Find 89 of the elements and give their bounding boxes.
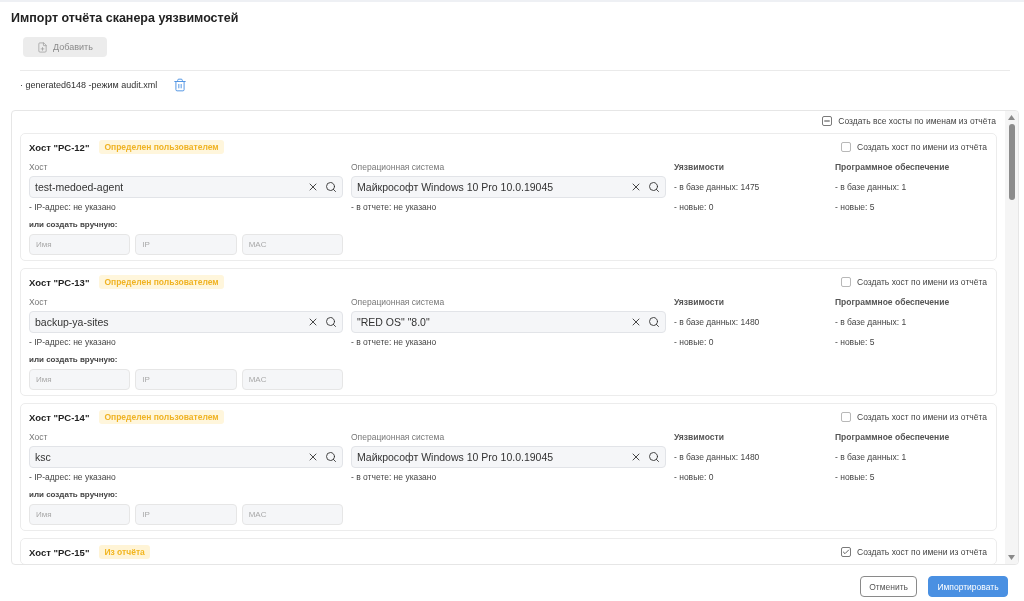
scrollbar-track[interactable] [1005, 111, 1018, 564]
input-field[interactable]: Имя [29, 234, 131, 255]
stat-text: - новые: 0 [674, 202, 715, 212]
stat-text: - новые: 0 [674, 472, 715, 482]
trash-icon[interactable] [173, 78, 188, 92]
checkbox-label[interactable]: Создать все хосты по именам из отчёта [838, 116, 996, 126]
manual-create-label: или создать вручную: [29, 220, 119, 230]
field-label: Операционная система [351, 432, 446, 442]
section-title: Программное обеспечение [835, 162, 951, 172]
checkbox[interactable] [841, 142, 851, 152]
checkbox-label[interactable]: Создать хост по имени из отчёта [857, 277, 987, 287]
field-label: Хост [29, 432, 49, 442]
stat-text: - в базе данных: 1475 [674, 181, 761, 194]
stat-text: - в базе данных: 1480 [674, 316, 761, 329]
section-title: Программное обеспечение [835, 432, 951, 442]
stat-text: - в базе данных: 1480 [674, 451, 761, 464]
clear-icon[interactable] [307, 316, 319, 328]
cancel-button[interactable]: Отменить [860, 576, 917, 597]
host-search-field[interactable]: ksc [29, 446, 343, 468]
os-note: - в отчете: не указано [351, 202, 438, 212]
status-badge: Из отчёта [99, 545, 150, 559]
search-icon[interactable] [325, 181, 337, 193]
field-label: Операционная система [351, 162, 446, 172]
host-search-field[interactable]: test-medoed-agent [29, 176, 343, 198]
stat-text: - в базе данных: 1 [835, 451, 908, 464]
host-search-field[interactable]: backup-ya-sites [29, 311, 343, 333]
os-search-field[interactable]: "RED OS" "8.0" [351, 311, 666, 333]
stat-text: - новые: 5 [835, 202, 876, 212]
input-field[interactable]: MAC [241, 504, 343, 525]
section-title: Программное обеспечение [835, 297, 951, 307]
search-icon[interactable] [648, 316, 660, 328]
section-title: Уязвимости [674, 297, 725, 307]
stat-text: - в базе данных: 1 [835, 316, 908, 329]
file-plus-icon [37, 41, 49, 53]
status-badge: Определен пользователем [99, 410, 224, 424]
host-title: Хост "PC-13" [29, 276, 90, 288]
search-icon[interactable] [648, 451, 660, 463]
clear-icon[interactable] [307, 451, 319, 463]
tick-icon [842, 548, 850, 556]
checkbox[interactable] [841, 277, 851, 287]
os-search-field[interactable]: Майкрософт Windows 10 Pro 10.0.19045 [351, 176, 666, 198]
input-field[interactable]: IP [135, 369, 237, 390]
input-field[interactable]: IP [135, 234, 237, 255]
clear-icon[interactable] [307, 181, 319, 193]
file-name: · generated6148 -режим audit.xml [20, 80, 158, 90]
dialog-title: Импорт отчёта сканера уязвимостей [11, 10, 240, 26]
clear-icon[interactable] [630, 316, 642, 328]
os-note: - в отчете: не указано [351, 337, 438, 347]
manual-create-label: или создать вручную: [29, 355, 119, 365]
checkbox-label[interactable]: Создать хост по имени из отчёта [857, 142, 987, 152]
stat-text: - новые: 0 [674, 337, 715, 347]
input-field[interactable]: MAC [241, 234, 343, 255]
section-title: Уязвимости [674, 162, 725, 172]
search-icon[interactable] [325, 316, 337, 328]
scroll-up-icon[interactable] [1008, 115, 1015, 120]
checkbox-label[interactable]: Создать хост по имени из отчёта [857, 412, 987, 422]
os-search-field[interactable]: Майкрософт Windows 10 Pro 10.0.19045 [351, 446, 666, 468]
field-label: Хост [29, 162, 49, 172]
search-icon[interactable] [325, 451, 337, 463]
host-title: Хост "PC-12" [29, 141, 90, 153]
scrollbar-thumb[interactable] [1008, 124, 1015, 200]
checkbox[interactable] [822, 116, 833, 126]
input-field[interactable]: Имя [29, 369, 131, 390]
clear-icon[interactable] [630, 451, 642, 463]
stat-text: - новые: 5 [835, 337, 876, 347]
input-field[interactable]: IP [135, 504, 237, 525]
input-field[interactable]: MAC [241, 369, 343, 390]
stat-text: - новые: 5 [835, 472, 876, 482]
scroll-down-icon[interactable] [1008, 555, 1015, 560]
host-title: Хост "PC-14" [29, 411, 90, 423]
checkbox-label[interactable]: Создать хост по имени из отчёта [857, 547, 987, 557]
status-badge: Определен пользователем [99, 275, 224, 289]
section-title: Уязвимости [674, 432, 725, 442]
field-label: Хост [29, 297, 49, 307]
status-badge: Определен пользователем [99, 140, 224, 154]
search-icon[interactable] [648, 181, 660, 193]
manual-create-label: или создать вручную: [29, 490, 119, 500]
stat-text: - в базе данных: 1 [835, 181, 908, 194]
host-title: Хост "PC-15" [29, 546, 90, 558]
minus-icon [823, 117, 832, 125]
os-note: - в отчете: не указано [351, 472, 438, 482]
checkbox[interactable] [841, 547, 851, 557]
checkbox[interactable] [841, 412, 851, 422]
field-label: Операционная система [351, 297, 446, 307]
clear-icon[interactable] [630, 181, 642, 193]
ip-note: - IP-адрес: не указано [29, 337, 117, 347]
ip-note: - IP-адрес: не указано [29, 202, 117, 212]
ip-note: - IP-адрес: не указано [29, 472, 117, 482]
input-field[interactable]: Имя [29, 504, 131, 525]
